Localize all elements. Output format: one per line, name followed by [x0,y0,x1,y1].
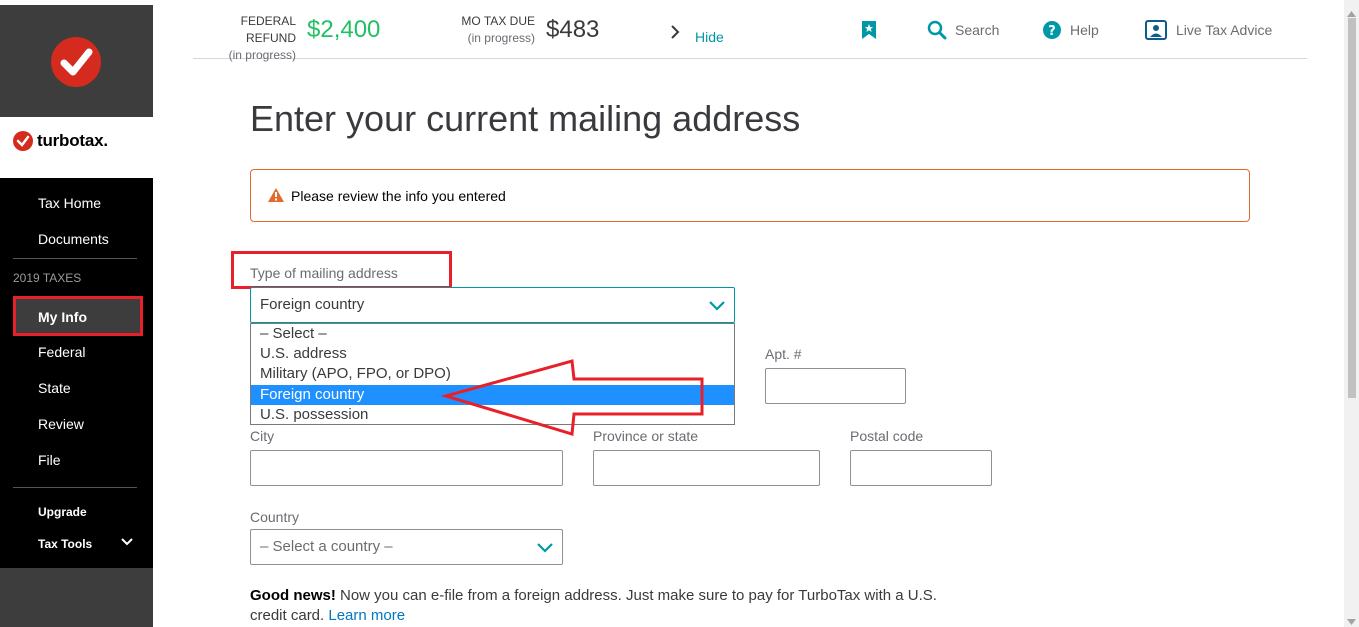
brand-row: turbotax. [0,117,153,178]
alert-message: Please review the info you entered [291,188,506,204]
country-select[interactable]: – Select a country – [250,529,563,565]
page-scrollbar[interactable] [1344,0,1359,627]
federal-refund-label: FEDERAL REFUND (in progress) [193,13,296,64]
federal-refund-title: FEDERAL REFUND [240,14,296,45]
nav-upgrade[interactable]: Upgrade [38,505,87,519]
bookmark-icon[interactable] [861,20,877,45]
address-type-select[interactable]: Foreign country [250,287,735,323]
state-tax-title: MO TAX DUE [461,14,535,28]
nav-documents[interactable]: Documents [38,231,109,247]
page-title: Enter your current mailing address [250,98,801,139]
hide-link[interactable]: Hide [695,29,724,45]
logo-area [0,0,153,117]
province-input[interactable] [593,450,820,486]
sidebar-footer [0,568,153,627]
dropdown-option[interactable]: – Select – [251,324,734,344]
foreign-address-note: Good news! Now you can e-file from a for… [250,586,950,626]
chevron-down-icon[interactable] [120,534,134,552]
nav-file[interactable]: File [38,452,61,468]
learn-more-link[interactable]: Learn more [328,607,405,624]
nav-federal[interactable]: Federal [38,344,85,360]
nav-my-info[interactable]: My Info [13,296,143,336]
brand-name: turbotax. [37,131,108,150]
postal-code-input[interactable] [850,450,992,486]
country-label: Country [250,509,300,525]
postal-code-label: Postal code [850,428,924,444]
nav-divider [13,258,137,259]
brand-check-icon [13,131,33,151]
search-icon[interactable] [927,20,947,45]
address-type-label: Type of mailing address [250,265,398,281]
nav-section-heading: 2019 TAXES [13,271,82,285]
good-news-heading: Good news! [250,587,336,604]
nav-review[interactable]: Review [38,416,84,432]
nav-divider [13,487,137,488]
nav-tax-tools[interactable]: Tax Tools [38,537,92,551]
nav-tax-home[interactable]: Tax Home [38,195,101,211]
address-type-value: Foreign country [260,296,365,313]
live-advice-icon[interactable] [1145,20,1167,45]
country-select-value: – Select a country – [260,538,393,555]
city-label: City [250,428,275,444]
city-input[interactable] [250,450,563,486]
chevron-down-icon [536,541,554,559]
warning-icon [267,187,285,208]
error-alert: Please review the info you entered [250,169,1250,222]
nav-my-info-label: My Info [38,309,87,325]
turbotax-check-logo-icon[interactable] [51,37,101,87]
federal-refund-value[interactable]: $2,400 [307,16,380,44]
scrollbar-thumb[interactable] [1348,18,1356,398]
svg-text:?: ? [1048,24,1056,39]
state-tax-status: (in progress) [467,31,535,45]
federal-refund-status: (in progress) [228,48,296,62]
help-icon[interactable]: ? [1042,20,1062,45]
help-link[interactable]: Help [1070,22,1099,38]
chevron-right-icon[interactable] [670,24,680,45]
chevron-down-icon [708,299,726,317]
state-tax-label: MO TAX DUE (in progress) [449,13,535,47]
scroll-down-icon[interactable] [1347,612,1356,627]
apt-input[interactable] [765,368,906,404]
top-bar: FEDERAL REFUND (in progress) $2,400 MO T… [193,0,1307,62]
sidebar: turbotax. Tax Home Documents 2019 TAXES … [0,0,153,627]
state-tax-value[interactable]: $483 [546,16,599,44]
apt-label: Apt. # [765,346,802,362]
nav-state[interactable]: State [38,380,71,396]
province-label: Province or state [593,428,699,444]
live-advice-link[interactable]: Live Tax Advice [1176,22,1272,38]
annotation-arrow [440,359,704,436]
search-link[interactable]: Search [955,22,999,38]
